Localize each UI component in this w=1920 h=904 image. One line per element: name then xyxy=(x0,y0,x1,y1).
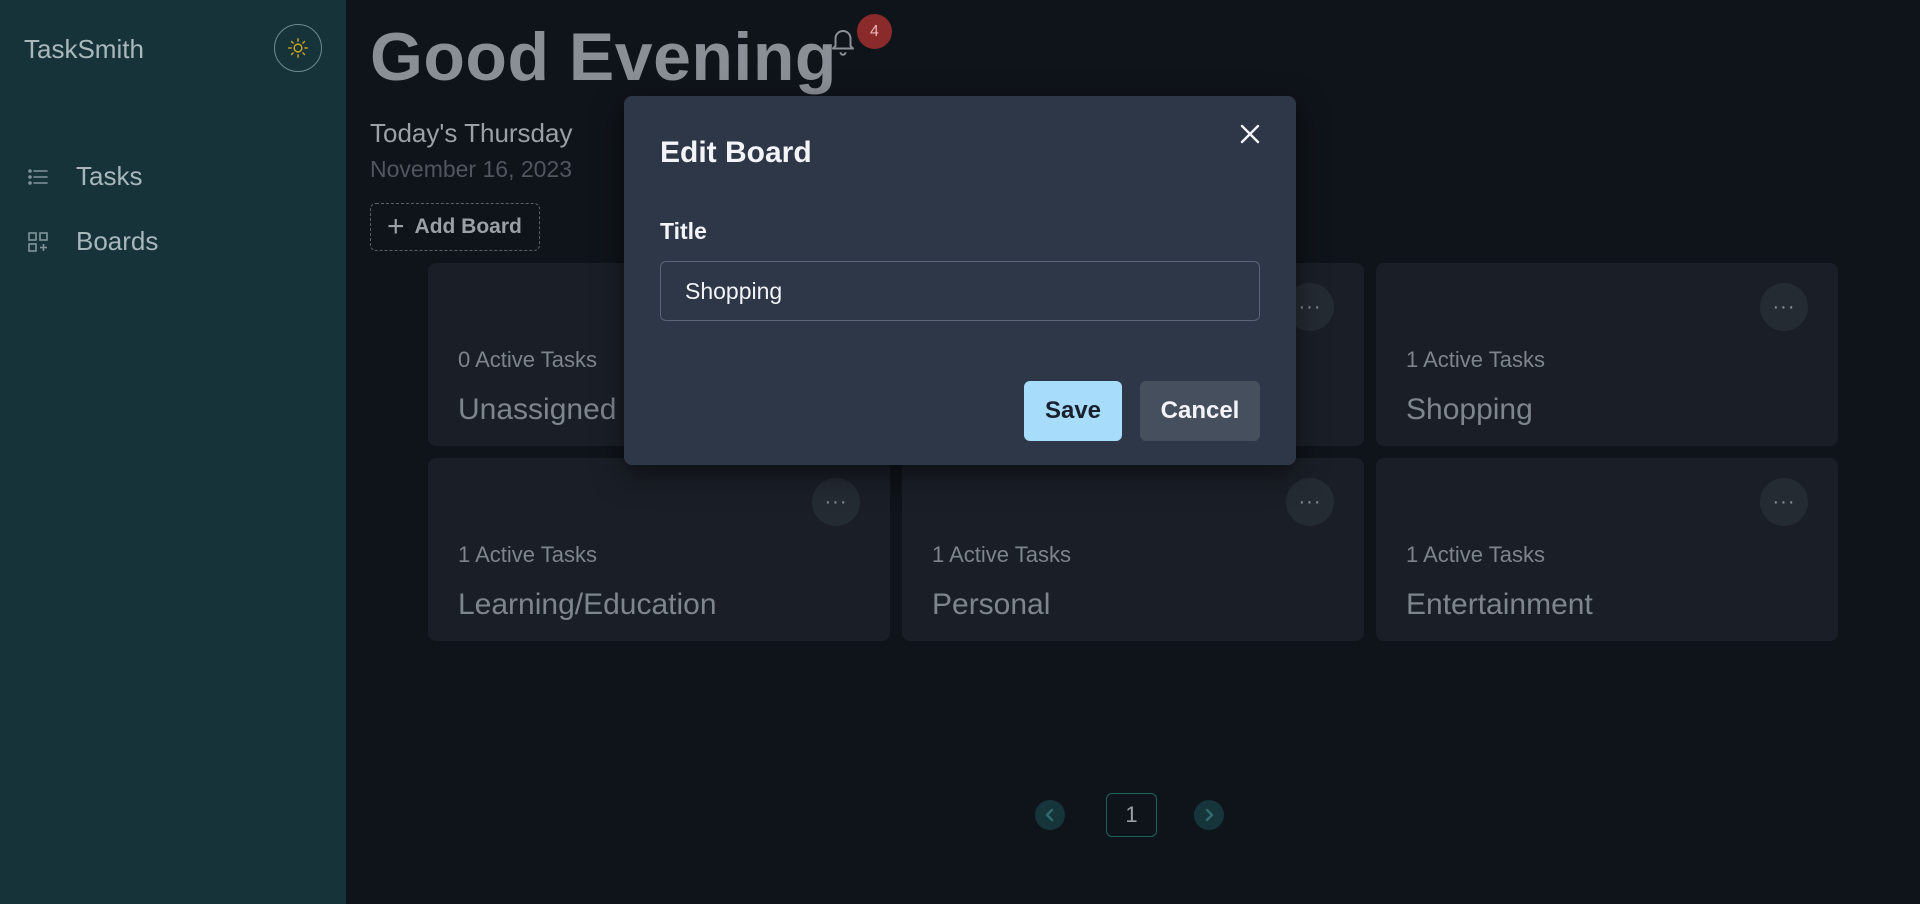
notification-badge: 4 xyxy=(857,14,892,49)
close-icon xyxy=(1240,124,1260,144)
cancel-button[interactable]: Cancel xyxy=(1140,381,1260,441)
add-board-label: Add Board xyxy=(414,215,522,238)
more-options-icon[interactable]: ··· xyxy=(1760,283,1808,331)
page-greeting: Good Evening xyxy=(370,19,837,95)
sun-icon xyxy=(288,38,308,58)
board-task-count: 0 Active Tasks xyxy=(458,347,597,372)
next-page-button[interactable] xyxy=(1194,800,1224,830)
board-task-count: 1 Active Tasks xyxy=(932,542,1071,567)
sidebar-item-tasks[interactable]: Tasks xyxy=(26,161,142,192)
more-options-icon[interactable]: ··· xyxy=(812,478,860,526)
notifications-button[interactable] xyxy=(828,24,858,58)
close-button[interactable] xyxy=(1232,116,1268,152)
save-button[interactable]: Save xyxy=(1024,381,1122,441)
sidebar-item-label: Boards xyxy=(76,226,159,256)
board-card[interactable]: ··· 1 Active Tasks Entertainment xyxy=(1376,458,1838,641)
sidebar-item-label: Tasks xyxy=(76,161,143,191)
theme-toggle-button[interactable] xyxy=(274,24,322,72)
board-title: Learning/Education xyxy=(458,588,717,621)
chevron-left-icon xyxy=(1045,808,1054,822)
boards-icon xyxy=(28,231,48,252)
board-card[interactable]: ··· 1 Active Tasks Shopping xyxy=(1376,263,1838,446)
page-number-button[interactable]: 1 xyxy=(1106,793,1157,837)
bell-icon xyxy=(832,30,854,56)
title-field-label: Title xyxy=(660,218,707,244)
date-label: November 16, 2023 xyxy=(370,156,573,182)
more-options-icon[interactable]: ··· xyxy=(1286,478,1334,526)
day-label: Today's Thursday xyxy=(370,118,573,148)
board-title: Shopping xyxy=(1406,393,1533,426)
app-brand: TaskSmith xyxy=(24,34,144,64)
add-board-button[interactable]: + Add Board xyxy=(370,203,540,251)
board-card[interactable]: ··· 1 Active Tasks Learning/Education xyxy=(428,458,890,641)
board-task-count: 1 Active Tasks xyxy=(1406,542,1545,567)
board-title: Entertainment xyxy=(1406,588,1593,621)
more-options-icon[interactable]: ··· xyxy=(1760,478,1808,526)
board-title: Personal xyxy=(932,588,1051,621)
title-input[interactable] xyxy=(660,261,1260,321)
board-task-count: 1 Active Tasks xyxy=(458,542,597,567)
board-card[interactable]: ··· 1 Active Tasks Personal xyxy=(902,458,1364,641)
board-task-count: 1 Active Tasks xyxy=(1406,347,1545,372)
dialog-title: Edit Board xyxy=(660,136,812,169)
list-icon xyxy=(28,168,48,185)
sidebar-item-boards[interactable]: Boards xyxy=(26,226,158,257)
sidebar: TaskSmith Tasks Boards xyxy=(0,0,346,904)
edit-board-dialog: Edit Board Title Save Cancel xyxy=(624,96,1296,465)
plus-icon: + xyxy=(387,210,405,243)
previous-page-button[interactable] xyxy=(1035,800,1065,830)
board-title: Unassigned xyxy=(458,393,617,426)
chevron-right-icon xyxy=(1205,808,1214,822)
